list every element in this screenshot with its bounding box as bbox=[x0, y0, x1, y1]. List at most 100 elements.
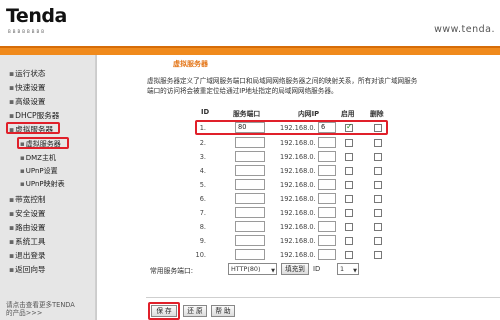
port-input[interactable] bbox=[235, 137, 265, 148]
column-header-port: 服务端口 bbox=[233, 110, 261, 118]
common-port-value: HTTP(80) bbox=[231, 265, 261, 273]
sidebar-item-system-tools[interactable]: ▪系统工具 bbox=[9, 236, 46, 247]
delete-checkbox[interactable] bbox=[374, 195, 382, 203]
enable-checkbox[interactable] bbox=[345, 181, 353, 189]
ip-input[interactable] bbox=[318, 221, 336, 232]
sidebar-item-label: 安全设置 bbox=[15, 209, 46, 218]
sidebar-item-label: 退出登录 bbox=[15, 251, 46, 260]
ip-input[interactable] bbox=[318, 165, 336, 176]
delete-checkbox[interactable] bbox=[374, 209, 382, 217]
bullet-icon: ▪ bbox=[20, 154, 25, 162]
enable-checkbox[interactable] bbox=[345, 153, 353, 161]
port-input[interactable]: 80 bbox=[235, 122, 265, 133]
sidebar-item-status[interactable]: ▪运行状态 bbox=[9, 68, 46, 79]
port-input[interactable] bbox=[235, 193, 265, 204]
enable-checkbox[interactable] bbox=[345, 209, 353, 217]
highlight-virtual-server bbox=[6, 122, 60, 134]
ip-input[interactable] bbox=[318, 179, 336, 190]
bullet-icon: ▪ bbox=[9, 251, 15, 260]
ip-input[interactable] bbox=[318, 249, 336, 260]
port-input[interactable] bbox=[235, 179, 265, 190]
header-orange-bar-edge bbox=[0, 46, 500, 48]
delete-checkbox[interactable] bbox=[374, 251, 382, 259]
ip-input[interactable] bbox=[318, 207, 336, 218]
bullet-icon: ▪ bbox=[9, 69, 15, 78]
sidebar-item-label: UPnP映射表 bbox=[25, 180, 65, 188]
sidebar-subitem-upnp-table[interactable]: ▪UPnP映射表 bbox=[20, 179, 65, 189]
ip-input[interactable] bbox=[318, 235, 336, 246]
logo-subtext: BBBBBBBB bbox=[8, 29, 46, 34]
delete-checkbox[interactable] bbox=[374, 237, 382, 245]
chevron-down-icon: ▼ bbox=[353, 268, 357, 274]
enable-checkbox[interactable] bbox=[345, 167, 353, 175]
site-url[interactable]: www.tenda. bbox=[434, 24, 495, 35]
sidebar-item-label: 路由设置 bbox=[15, 223, 46, 232]
sidebar-item-wizard[interactable]: ▪返回向导 bbox=[9, 264, 46, 275]
ip-input[interactable]: 6 bbox=[318, 122, 336, 133]
enable-checkbox[interactable] bbox=[345, 195, 353, 203]
sidebar-item-label: 返回向导 bbox=[15, 265, 46, 274]
sidebar-item-quick-setup[interactable]: ▪快速设置 bbox=[9, 82, 46, 93]
sidebar-item-bandwidth[interactable]: ▪带宽控制 bbox=[9, 194, 46, 205]
highlight-virtual-server-sub bbox=[17, 137, 69, 149]
ip-prefix: 192.168.0. bbox=[280, 251, 316, 259]
delete-checkbox[interactable] bbox=[374, 223, 382, 231]
port-input[interactable] bbox=[235, 207, 265, 218]
sidebar-item-label: 运行状态 bbox=[15, 69, 46, 78]
ip-prefix: 192.168.0. bbox=[280, 167, 316, 175]
sidebar-item-security[interactable]: ▪安全设置 bbox=[9, 208, 46, 219]
row-id: 9. bbox=[199, 237, 206, 245]
row-id: 6. bbox=[199, 195, 206, 203]
column-header-enable: 启用 bbox=[341, 110, 355, 118]
ip-input[interactable] bbox=[318, 151, 336, 162]
sidebar-item-advanced[interactable]: ▪高级设置 bbox=[9, 96, 46, 107]
header: Tenda BBBBBBBB www.tenda. bbox=[0, 0, 500, 47]
common-port-select[interactable]: HTTP(80) ▼ bbox=[228, 263, 277, 275]
help-button[interactable]: 帮 助 bbox=[211, 305, 235, 317]
sidebar-item-logout[interactable]: ▪退出登录 bbox=[9, 250, 46, 261]
row-id: 4. bbox=[199, 167, 206, 175]
more-products-line1: 请点击查看更多TENDA bbox=[6, 301, 75, 309]
more-products-link[interactable]: 请点击查看更多TENDA 的产品>>> bbox=[6, 301, 75, 317]
sidebar-item-dhcp[interactable]: ▪DHCP服务器 bbox=[9, 110, 59, 121]
sidebar-subitem-dmz[interactable]: ▪DMZ主机 bbox=[20, 153, 56, 163]
delete-checkbox[interactable] bbox=[374, 153, 382, 161]
id-select[interactable]: 1 ▼ bbox=[337, 263, 359, 275]
column-header-delete: 删除 bbox=[370, 110, 384, 118]
sidebar-item-label: UPnP设置 bbox=[25, 167, 58, 175]
fill-to-button[interactable]: 填充到 bbox=[281, 263, 309, 275]
sidebar-item-routing[interactable]: ▪路由设置 bbox=[9, 222, 46, 233]
port-input[interactable] bbox=[235, 165, 265, 176]
port-input[interactable] bbox=[235, 235, 265, 246]
enable-checkbox[interactable] bbox=[345, 122, 353, 132]
ip-prefix: 192.168.0. bbox=[280, 181, 316, 189]
ip-prefix: 192.168.0. bbox=[280, 124, 316, 132]
row-id: 5. bbox=[199, 181, 206, 189]
common-port-label: 常用服务端口: bbox=[150, 267, 194, 275]
page-title: 虚拟服务器 bbox=[173, 60, 208, 68]
bullet-icon: ▪ bbox=[9, 209, 15, 218]
sidebar-item-label: DMZ主机 bbox=[25, 154, 56, 162]
sidebar-subitem-upnp-settings[interactable]: ▪UPnP设置 bbox=[20, 166, 58, 176]
delete-checkbox[interactable] bbox=[374, 124, 382, 132]
delete-checkbox[interactable] bbox=[374, 139, 382, 147]
delete-checkbox[interactable] bbox=[374, 181, 382, 189]
ip-prefix: 192.168.0. bbox=[280, 237, 316, 245]
port-input[interactable] bbox=[235, 151, 265, 162]
ip-prefix: 192.168.0. bbox=[280, 195, 316, 203]
enable-checkbox[interactable] bbox=[345, 223, 353, 231]
port-input[interactable] bbox=[235, 221, 265, 232]
sidebar-item-label: 快速设置 bbox=[15, 83, 46, 92]
restore-button[interactable]: 还 原 bbox=[183, 305, 207, 317]
enable-checkbox[interactable] bbox=[345, 251, 353, 259]
port-input[interactable] bbox=[235, 249, 265, 260]
ip-input[interactable] bbox=[318, 193, 336, 204]
delete-checkbox[interactable] bbox=[374, 167, 382, 175]
more-products-line2: 的产品>>> bbox=[6, 309, 43, 317]
row-id: 10. bbox=[195, 251, 207, 259]
enable-checkbox[interactable] bbox=[345, 237, 353, 245]
tenda-logo: Tenda bbox=[6, 5, 67, 27]
ip-input[interactable] bbox=[318, 137, 336, 148]
ip-prefix: 192.168.0. bbox=[280, 153, 316, 161]
enable-checkbox[interactable] bbox=[345, 139, 353, 147]
